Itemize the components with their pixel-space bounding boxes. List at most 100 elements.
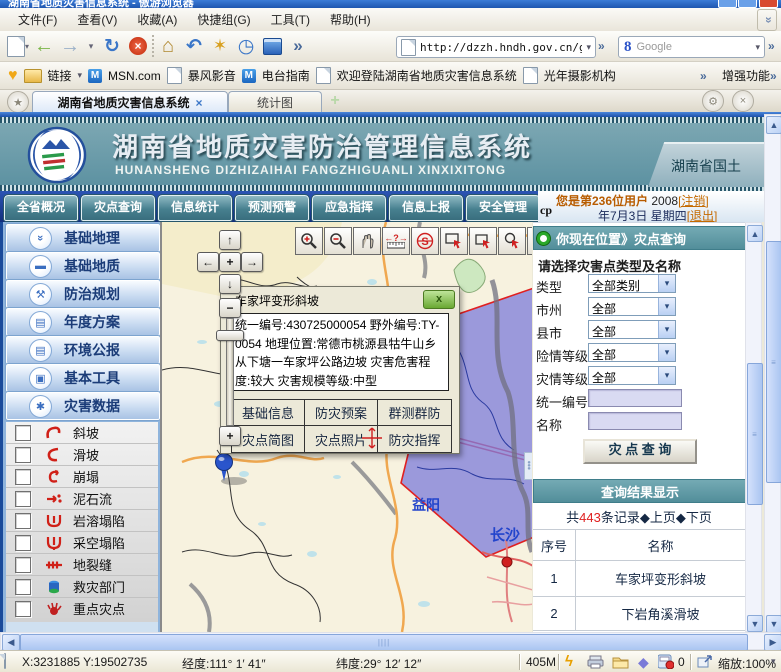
folder-icon[interactable] xyxy=(612,655,629,669)
enhance-more-icon[interactable]: » xyxy=(770,69,777,83)
search-placeholder[interactable]: Google xyxy=(637,41,752,53)
links-folder-label[interactable]: 链接 xyxy=(48,67,72,84)
tab-statistics-chart[interactable]: 统计图 xyxy=(228,91,322,113)
popup-sketch-button[interactable]: 灾点简图 xyxy=(232,426,305,452)
favorites-heart-icon[interactable]: ♥ xyxy=(8,67,18,85)
url-dropdown-icon[interactable]: ▾ xyxy=(582,42,595,53)
sidebar-item-annual-plan[interactable]: ▤年度方案 xyxy=(6,308,160,336)
browser-vscrollbar[interactable]: ▲ ≡ ▼ xyxy=(764,114,781,632)
layer-checkbox[interactable] xyxy=(15,469,31,485)
pan-right-button[interactable]: → xyxy=(241,252,263,272)
layer-row-debris-flow[interactable]: 泥石流 xyxy=(6,488,158,510)
nav-tab-emergency[interactable]: 应急指挥 xyxy=(312,195,386,221)
maximize-button[interactable] xyxy=(738,0,757,8)
nav-tab-security[interactable]: 安全管理 xyxy=(466,195,540,221)
layer-row-collapse[interactable]: 崩塌 xyxy=(6,466,158,488)
sidebar-item-disaster-data[interactable]: ✱灾害数据 xyxy=(6,392,160,420)
wrench-icon[interactable]: ⚙ xyxy=(702,90,724,112)
layer-checkbox[interactable] xyxy=(15,535,31,551)
link-guangnian[interactable]: 光年摄影机构 xyxy=(544,67,616,84)
code-input[interactable] xyxy=(588,389,682,407)
scroll-left-icon[interactable]: ◀ xyxy=(2,634,20,651)
diamond-icon[interactable]: ◆ xyxy=(638,654,649,671)
map-viewport[interactable]: 益阳 长沙 ←?→ S ↑ ← + → ↓ − xyxy=(160,222,532,632)
sidebar-item-basic-tools[interactable]: ▣基本工具 xyxy=(6,364,160,392)
pan-left-button[interactable]: ← xyxy=(197,252,219,272)
chevron-down-icon[interactable]: ▾ xyxy=(658,275,675,292)
layer-checkbox[interactable] xyxy=(15,557,31,573)
close-window-button[interactable] xyxy=(759,0,778,8)
scroll-down-icon[interactable]: ▼ xyxy=(766,615,781,633)
hscroll-thumb[interactable]: |||| xyxy=(20,634,748,651)
new-page-icon[interactable]: ▾ xyxy=(6,34,30,58)
window-title-bar[interactable]: 湖南省地质灾害信息系统 - 傲游浏览器 xyxy=(0,0,781,8)
toolbar-more-icon[interactable]: » xyxy=(286,34,310,58)
new-tab-icon[interactable]: + xyxy=(326,92,344,110)
sidebar-item-environment-report[interactable]: ▤环境公报 xyxy=(6,336,160,364)
magic-wand-icon[interactable]: ✶ xyxy=(208,34,232,58)
browser-hscrollbar[interactable]: ◀ |||| ▶ xyxy=(0,632,781,650)
pan-up-button[interactable]: ↑ xyxy=(219,230,241,250)
nav-tab-forecast[interactable]: 预测预警 xyxy=(235,195,309,221)
search-dropdown-icon[interactable]: ▾ xyxy=(751,42,764,53)
zoom-slider-minus-button[interactable]: − xyxy=(219,298,241,318)
measure-tool[interactable]: ←?→ xyxy=(382,227,410,255)
scroll-right-icon[interactable]: ▶ xyxy=(764,634,781,651)
popup-prevention-plan-button[interactable]: 防灾预案 xyxy=(305,400,378,426)
link-radio[interactable]: 电台指南 xyxy=(262,67,310,84)
lightning-icon[interactable]: ϟ xyxy=(565,653,573,670)
menu-quickgroup[interactable]: 快捷组(G) xyxy=(187,8,260,31)
result-row[interactable]: 1 车家坪变形斜坡 xyxy=(533,561,745,597)
chevron-down-icon[interactable]: ▾ xyxy=(658,298,675,315)
panel-scroll-down-icon[interactable]: ▼ xyxy=(747,615,763,632)
scroll-up-icon[interactable]: ▲ xyxy=(766,116,781,134)
forward-icon[interactable]: → xyxy=(58,34,82,58)
links-more-icon[interactable]: » xyxy=(700,69,707,83)
pan-hand-tool[interactable] xyxy=(353,227,381,255)
panel-splitter-handle[interactable]: ●●● xyxy=(524,452,532,480)
url-text[interactable]: http://dzzh.hndh.gov.cn/gr xyxy=(420,41,582,54)
back-icon[interactable]: ← xyxy=(32,34,56,58)
tabbar-close-icon[interactable]: × xyxy=(732,90,754,112)
result-row[interactable]: 2 下岩角溪滑坡 xyxy=(533,597,745,631)
rect-select-tool[interactable] xyxy=(440,227,468,255)
sidebar-item-prevention-plan[interactable]: ⚒防治规划 xyxy=(6,280,160,308)
scroll-thumb[interactable]: ≡ xyxy=(766,241,781,483)
layer-row-rescue-departments[interactable]: 救灾部门 xyxy=(6,576,158,598)
links-folder-icon[interactable] xyxy=(24,69,42,83)
star-tab-icon[interactable]: ★ xyxy=(7,91,29,113)
layer-checkbox[interactable] xyxy=(15,425,31,441)
polygon-select-tool[interactable] xyxy=(469,227,497,255)
tab-close-icon[interactable]: × xyxy=(196,96,203,110)
links-dropdown-icon[interactable]: ▾ xyxy=(78,70,83,81)
sidebar-item-base-geology[interactable]: ▬基础地质 xyxy=(6,252,160,280)
exit-link[interactable]: [退出] xyxy=(687,209,718,223)
name-input[interactable] xyxy=(588,412,682,430)
menu-overflow-chevron-icon[interactable]: » xyxy=(757,9,777,31)
query-search-button[interactable]: 灾 点 查 询 xyxy=(583,439,697,464)
layer-row-key-disaster-points[interactable]: 重点灾点 xyxy=(6,598,158,619)
city-select[interactable]: 全部▾ xyxy=(588,297,676,316)
zoom-dropdown-icon[interactable]: ▾ xyxy=(771,656,776,667)
history-clock-icon[interactable]: ◷ xyxy=(234,34,258,58)
refresh-icon[interactable]: ↻ xyxy=(100,34,124,58)
menu-help[interactable]: 帮助(H) xyxy=(320,8,381,31)
window-panel-icon[interactable] xyxy=(260,34,284,58)
menu-view[interactable]: 查看(V) xyxy=(67,8,127,31)
nav-tab-statistics[interactable]: 信息统计 xyxy=(158,195,232,221)
chevron-down-icon[interactable]: ▾ xyxy=(658,367,675,384)
logout-link[interactable]: [注销] xyxy=(678,194,709,208)
home-icon[interactable]: ⌂ xyxy=(156,34,180,58)
zoom-in-tool[interactable] xyxy=(295,227,323,255)
circle-select-tool[interactable] xyxy=(498,227,526,255)
prev-page-link[interactable]: ◆上页 xyxy=(640,510,676,525)
popup-group-monitor-button[interactable]: 群测群防 xyxy=(378,400,451,426)
panel-scrollbar[interactable]: ▲ ≡ ▼ xyxy=(745,222,762,632)
panel-scroll-up-icon[interactable]: ▲ xyxy=(747,225,763,242)
layer-row-ground-fissure[interactable]: 地裂缝 xyxy=(6,554,158,576)
disaster-info-popup[interactable]: 车家坪变形斜坡 x 统一编号:430725000054 野外编号:TY-0054… xyxy=(220,286,460,454)
link-baofeng[interactable]: 暴风影音 xyxy=(188,67,236,84)
type-select[interactable]: 全部类别▾ xyxy=(588,274,676,293)
stop-icon[interactable]: × xyxy=(126,34,150,58)
layer-checkbox[interactable] xyxy=(15,579,31,595)
